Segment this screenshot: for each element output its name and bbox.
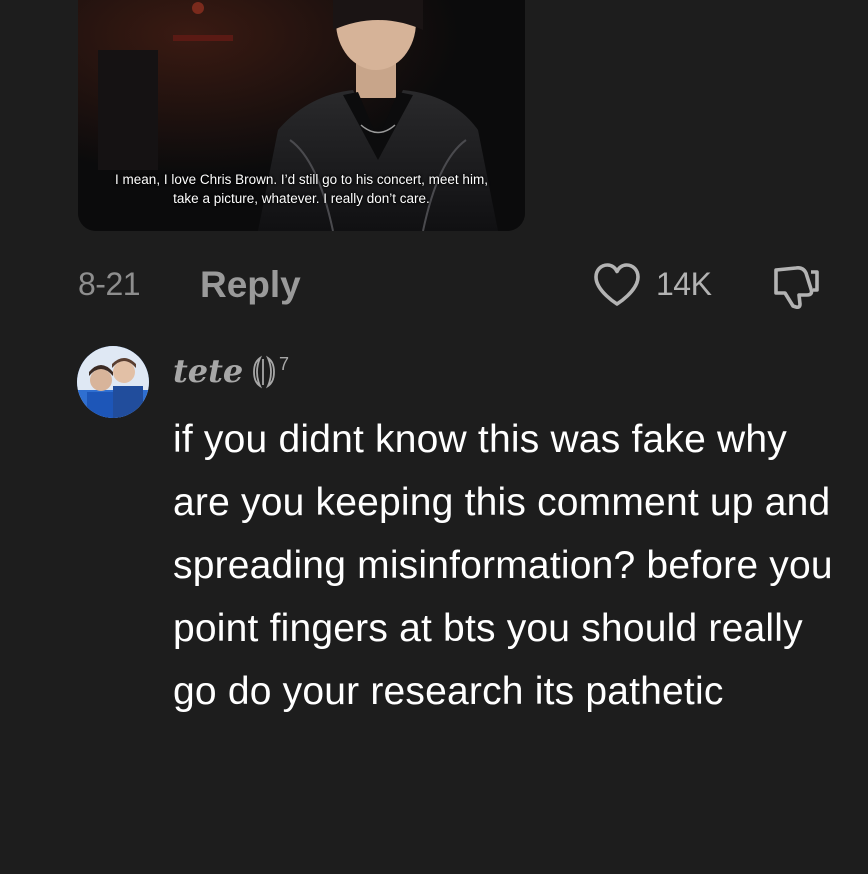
heart-outline-icon[interactable] bbox=[592, 262, 642, 308]
like-count: 14K bbox=[656, 266, 712, 302]
comment-text: if you didnt know this was fake why are … bbox=[173, 418, 833, 713]
video-subtitle-line: I mean, I love Chris Brown. I’d still go… bbox=[115, 172, 488, 187]
comment-username[interactable]: tete bbox=[173, 352, 243, 390]
avatar[interactable] bbox=[77, 346, 149, 418]
comment-date: 8-21 bbox=[78, 266, 141, 302]
comment-video-thumbnail[interactable]: I mean, I love Chris Brown. I’d still go… bbox=[78, 0, 525, 231]
avatar-image bbox=[77, 346, 149, 418]
badge-superscript: 7 bbox=[279, 354, 289, 374]
video-subtitle-line: take a picture, whatever. I really don’t… bbox=[173, 191, 430, 206]
moon-seven-glyph-icon: 7 bbox=[253, 354, 289, 389]
reply-button[interactable]: Reply bbox=[200, 264, 301, 306]
thumbs-down-outline-icon[interactable] bbox=[770, 262, 822, 310]
